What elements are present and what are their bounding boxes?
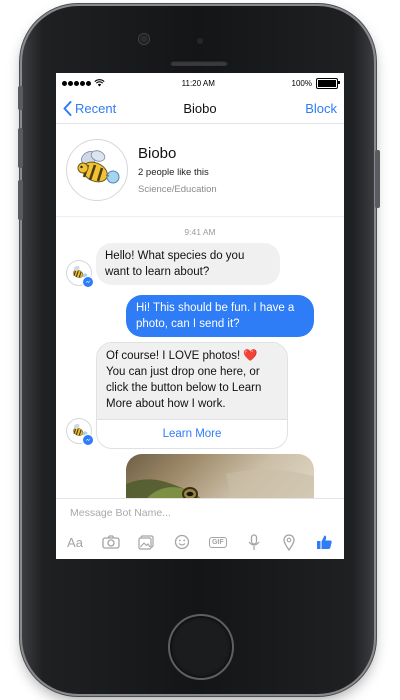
bot-card-message: Of course! I LOVE photos! ❤️ You can jus…: [96, 342, 288, 449]
like-icon[interactable]: [314, 532, 336, 552]
messenger-badge-icon: [82, 276, 94, 288]
bot-category: Science/Education: [138, 184, 217, 195]
earpiece-speaker: [170, 60, 228, 66]
block-button[interactable]: Block: [305, 101, 337, 116]
wifi-icon: [94, 79, 105, 87]
bot-message-bubble: Hello! What species do you want to learn…: [96, 243, 280, 285]
proximity-sensor: [197, 38, 203, 44]
location-icon[interactable]: [278, 532, 300, 552]
microphone-icon[interactable]: [243, 532, 265, 552]
status-time: 11:20 AM: [181, 78, 215, 88]
messenger-badge-icon: [82, 434, 94, 446]
battery-icon: [316, 77, 340, 89]
gif-icon[interactable]: GIF: [207, 532, 229, 552]
mute-switch: [18, 86, 23, 110]
user-message-bubble: Hi! This should be fun. I have a photo, …: [126, 295, 314, 337]
battery-percentage: 100%: [291, 78, 312, 88]
bot-avatar[interactable]: [66, 139, 128, 201]
status-bar: 11:20 AM 100%: [56, 73, 344, 93]
message-composer: Aa GIF: [56, 498, 344, 559]
power-button: [375, 150, 380, 208]
emoji-icon[interactable]: [171, 532, 193, 552]
message-thread: 9:41 AM Hello! What species do you want …: [56, 217, 344, 514]
back-button-label: Recent: [75, 100, 117, 116]
front-camera: [139, 34, 149, 44]
bot-message-avatar: [66, 418, 94, 446]
gallery-icon[interactable]: [135, 532, 157, 552]
camera-icon[interactable]: [100, 532, 122, 552]
signal-strength-icon: [62, 80, 91, 86]
bot-name: Biobo: [138, 145, 177, 162]
volume-down-button: [18, 180, 23, 220]
volume-up-button: [18, 128, 23, 168]
text-format-icon[interactable]: Aa: [64, 532, 86, 552]
bot-card-text: Of course! I LOVE photos! ❤️ You can jus…: [97, 343, 287, 419]
back-button[interactable]: Recent: [63, 100, 117, 116]
chevron-left-icon: [63, 100, 72, 116]
message-timestamp: 9:41 AM: [184, 227, 216, 237]
navigation-bar: Recent Biobo Block: [56, 93, 344, 124]
home-button[interactable]: [168, 614, 234, 680]
phone-screen: 11:20 AM 100% Recent Biobo Block Biobo 2…: [56, 73, 344, 559]
bot-message-avatar: [66, 260, 94, 288]
message-input[interactable]: [68, 506, 322, 520]
bee-logo-icon: [77, 150, 120, 184]
bot-likes-count: 2 people like this: [138, 167, 209, 178]
composer-toolbar: Aa GIF: [64, 532, 336, 552]
bot-profile-header: Biobo 2 people like this Science/Educati…: [56, 124, 344, 217]
learn-more-button[interactable]: Learn More: [97, 419, 287, 448]
